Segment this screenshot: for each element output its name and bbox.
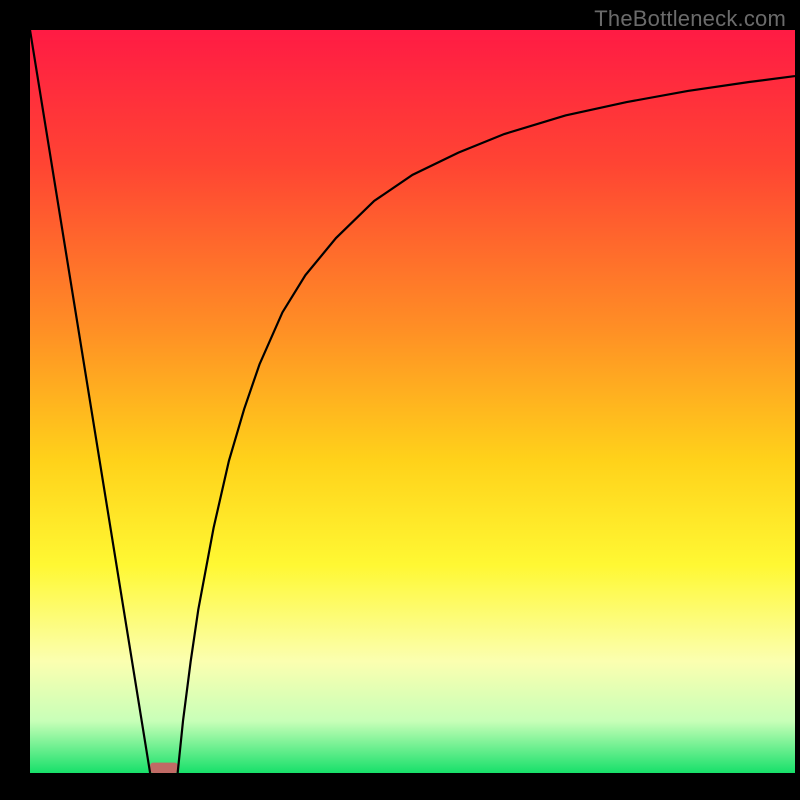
plot-background [30, 30, 795, 773]
floor-marker [150, 763, 178, 773]
chart-container: TheBottleneck.com [0, 0, 800, 800]
chart-svg [0, 0, 800, 800]
watermark-text: TheBottleneck.com [594, 6, 786, 32]
